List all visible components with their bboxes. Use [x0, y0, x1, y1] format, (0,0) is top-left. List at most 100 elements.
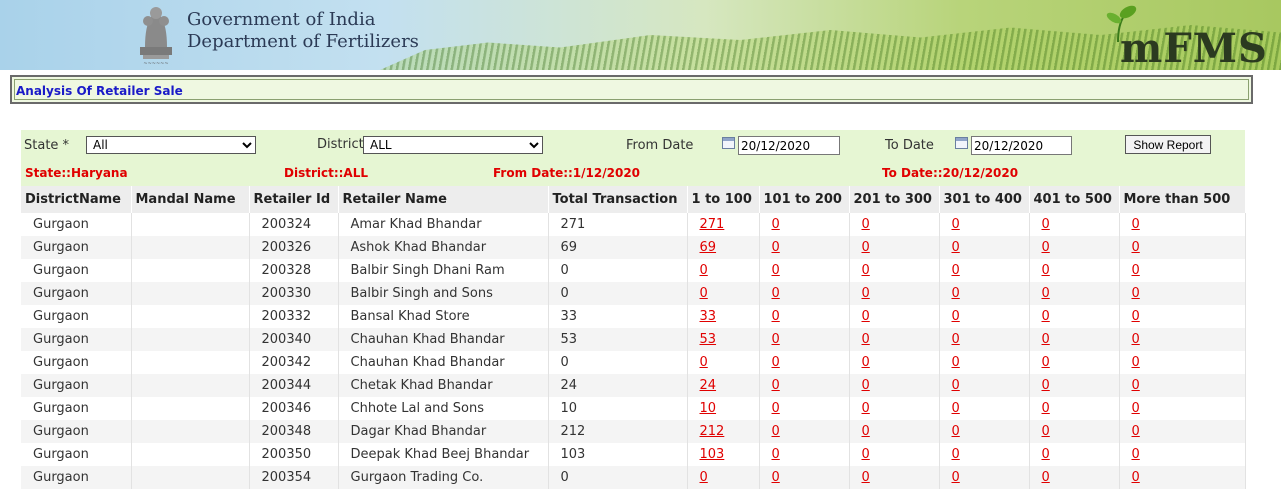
count-link[interactable]: 0 — [1042, 355, 1050, 370]
count-link[interactable]: 0 — [1132, 263, 1140, 278]
count-link[interactable]: 0 — [862, 470, 870, 485]
col-1-to-100: 1 to 100 — [687, 186, 760, 213]
count-link[interactable]: 0 — [772, 470, 780, 485]
count-link[interactable]: 0 — [952, 286, 960, 301]
count-link[interactable]: 53 — [700, 332, 717, 347]
district-select[interactable]: ALL — [363, 136, 543, 154]
count-link[interactable]: 0 — [1132, 447, 1140, 462]
count-link[interactable]: 0 — [1132, 309, 1140, 324]
count-link[interactable]: 212 — [700, 424, 725, 439]
from-date-input[interactable] — [738, 136, 840, 155]
count-link[interactable]: 0 — [1132, 286, 1140, 301]
count-link[interactable]: 0 — [772, 355, 780, 370]
count-link[interactable]: 0 — [772, 217, 780, 232]
count-link[interactable]: 0 — [1132, 470, 1140, 485]
table-cell: 0 — [759, 213, 850, 236]
count-link[interactable]: 10 — [700, 401, 717, 416]
table-cell: 0 — [939, 213, 1030, 236]
count-link[interactable]: 0 — [1042, 401, 1050, 416]
count-link[interactable]: 0 — [700, 355, 708, 370]
count-link[interactable]: 0 — [862, 286, 870, 301]
count-link[interactable]: 0 — [1042, 309, 1050, 324]
count-link[interactable]: 0 — [700, 470, 708, 485]
count-link[interactable]: 0 — [772, 401, 780, 416]
count-link[interactable]: 0 — [952, 332, 960, 347]
count-link[interactable]: 103 — [700, 447, 725, 462]
count-link[interactable]: 0 — [952, 447, 960, 462]
count-link[interactable]: 0 — [952, 401, 960, 416]
count-link[interactable]: 0 — [862, 332, 870, 347]
count-link[interactable]: 24 — [700, 378, 717, 393]
from-calendar-icon[interactable] — [722, 137, 735, 149]
to-calendar-icon[interactable] — [955, 137, 968, 149]
table-cell: 0 — [1029, 213, 1120, 236]
count-link[interactable]: 0 — [700, 286, 708, 301]
count-link[interactable]: 0 — [1042, 286, 1050, 301]
count-link[interactable]: 0 — [862, 401, 870, 416]
summary-to-date: To Date::20/12/2020 — [882, 166, 1019, 180]
table-cell: 0 — [1029, 443, 1120, 466]
count-link[interactable]: 0 — [1132, 355, 1140, 370]
state-select[interactable]: All — [86, 136, 256, 154]
count-link[interactable]: 0 — [1042, 240, 1050, 255]
count-link[interactable]: 0 — [952, 217, 960, 232]
show-report-button[interactable]: Show Report — [1125, 135, 1211, 154]
count-link[interactable]: 0 — [1042, 378, 1050, 393]
page-title: Analysis Of Retailer Sale — [16, 84, 183, 98]
count-link[interactable]: 0 — [1042, 263, 1050, 278]
count-link[interactable]: 0 — [1042, 424, 1050, 439]
table-cell: 200330 — [249, 282, 339, 305]
count-link[interactable]: 0 — [700, 263, 708, 278]
count-link[interactable]: 0 — [1132, 332, 1140, 347]
table-cell: 0 — [1029, 397, 1120, 420]
table-cell: Ashok Khad Bhandar — [338, 236, 549, 259]
to-date-input[interactable] — [971, 136, 1072, 155]
count-link[interactable]: 0 — [772, 378, 780, 393]
count-link[interactable]: 0 — [1042, 447, 1050, 462]
count-link[interactable]: 0 — [952, 424, 960, 439]
count-link[interactable]: 0 — [1132, 401, 1140, 416]
count-link[interactable]: 0 — [952, 470, 960, 485]
header-line-2: Department of Fertilizers — [187, 31, 419, 52]
count-link[interactable]: 0 — [862, 424, 870, 439]
count-link[interactable]: 0 — [862, 240, 870, 255]
count-link[interactable]: 0 — [952, 263, 960, 278]
count-link[interactable]: 0 — [952, 240, 960, 255]
count-link[interactable]: 0 — [772, 424, 780, 439]
count-link[interactable]: 0 — [952, 355, 960, 370]
count-link[interactable]: 0 — [862, 378, 870, 393]
count-link[interactable]: 0 — [772, 309, 780, 324]
count-link[interactable]: 0 — [862, 355, 870, 370]
count-link[interactable]: 0 — [772, 447, 780, 462]
table-cell — [131, 259, 250, 282]
count-link[interactable]: 0 — [1042, 470, 1050, 485]
page-title-box: Analysis Of Retailer Sale — [10, 75, 1253, 104]
count-link[interactable]: 271 — [700, 217, 725, 232]
svg-text:~~~~~~: ~~~~~~ — [143, 61, 168, 67]
count-link[interactable]: 0 — [1132, 240, 1140, 255]
count-link[interactable]: 0 — [862, 447, 870, 462]
table-cell — [131, 305, 250, 328]
count-link[interactable]: 0 — [1042, 217, 1050, 232]
table-cell: 0 — [687, 282, 760, 305]
count-link[interactable]: 0 — [772, 263, 780, 278]
count-link[interactable]: 0 — [1132, 378, 1140, 393]
count-link[interactable]: 0 — [862, 263, 870, 278]
count-link[interactable]: 0 — [1132, 424, 1140, 439]
table-cell: 0 — [849, 351, 940, 374]
count-link[interactable]: 0 — [862, 217, 870, 232]
table-row: Gurgaon 200346 Chhote Lal and Sons 10 10 0 0 0 0… — [21, 397, 1246, 420]
count-link[interactable]: 0 — [952, 378, 960, 393]
count-link[interactable]: 0 — [772, 332, 780, 347]
count-link[interactable]: 0 — [952, 309, 960, 324]
count-link[interactable]: 33 — [700, 309, 717, 324]
count-link[interactable]: 0 — [1132, 217, 1140, 232]
count-link[interactable]: 0 — [1042, 332, 1050, 347]
table-cell: 0 — [1029, 351, 1120, 374]
count-link[interactable]: 69 — [700, 240, 717, 255]
table-cell: 200340 — [249, 328, 339, 351]
count-link[interactable]: 0 — [772, 240, 780, 255]
count-link[interactable]: 0 — [862, 309, 870, 324]
count-link[interactable]: 0 — [772, 286, 780, 301]
table-cell: 10 — [548, 397, 688, 420]
